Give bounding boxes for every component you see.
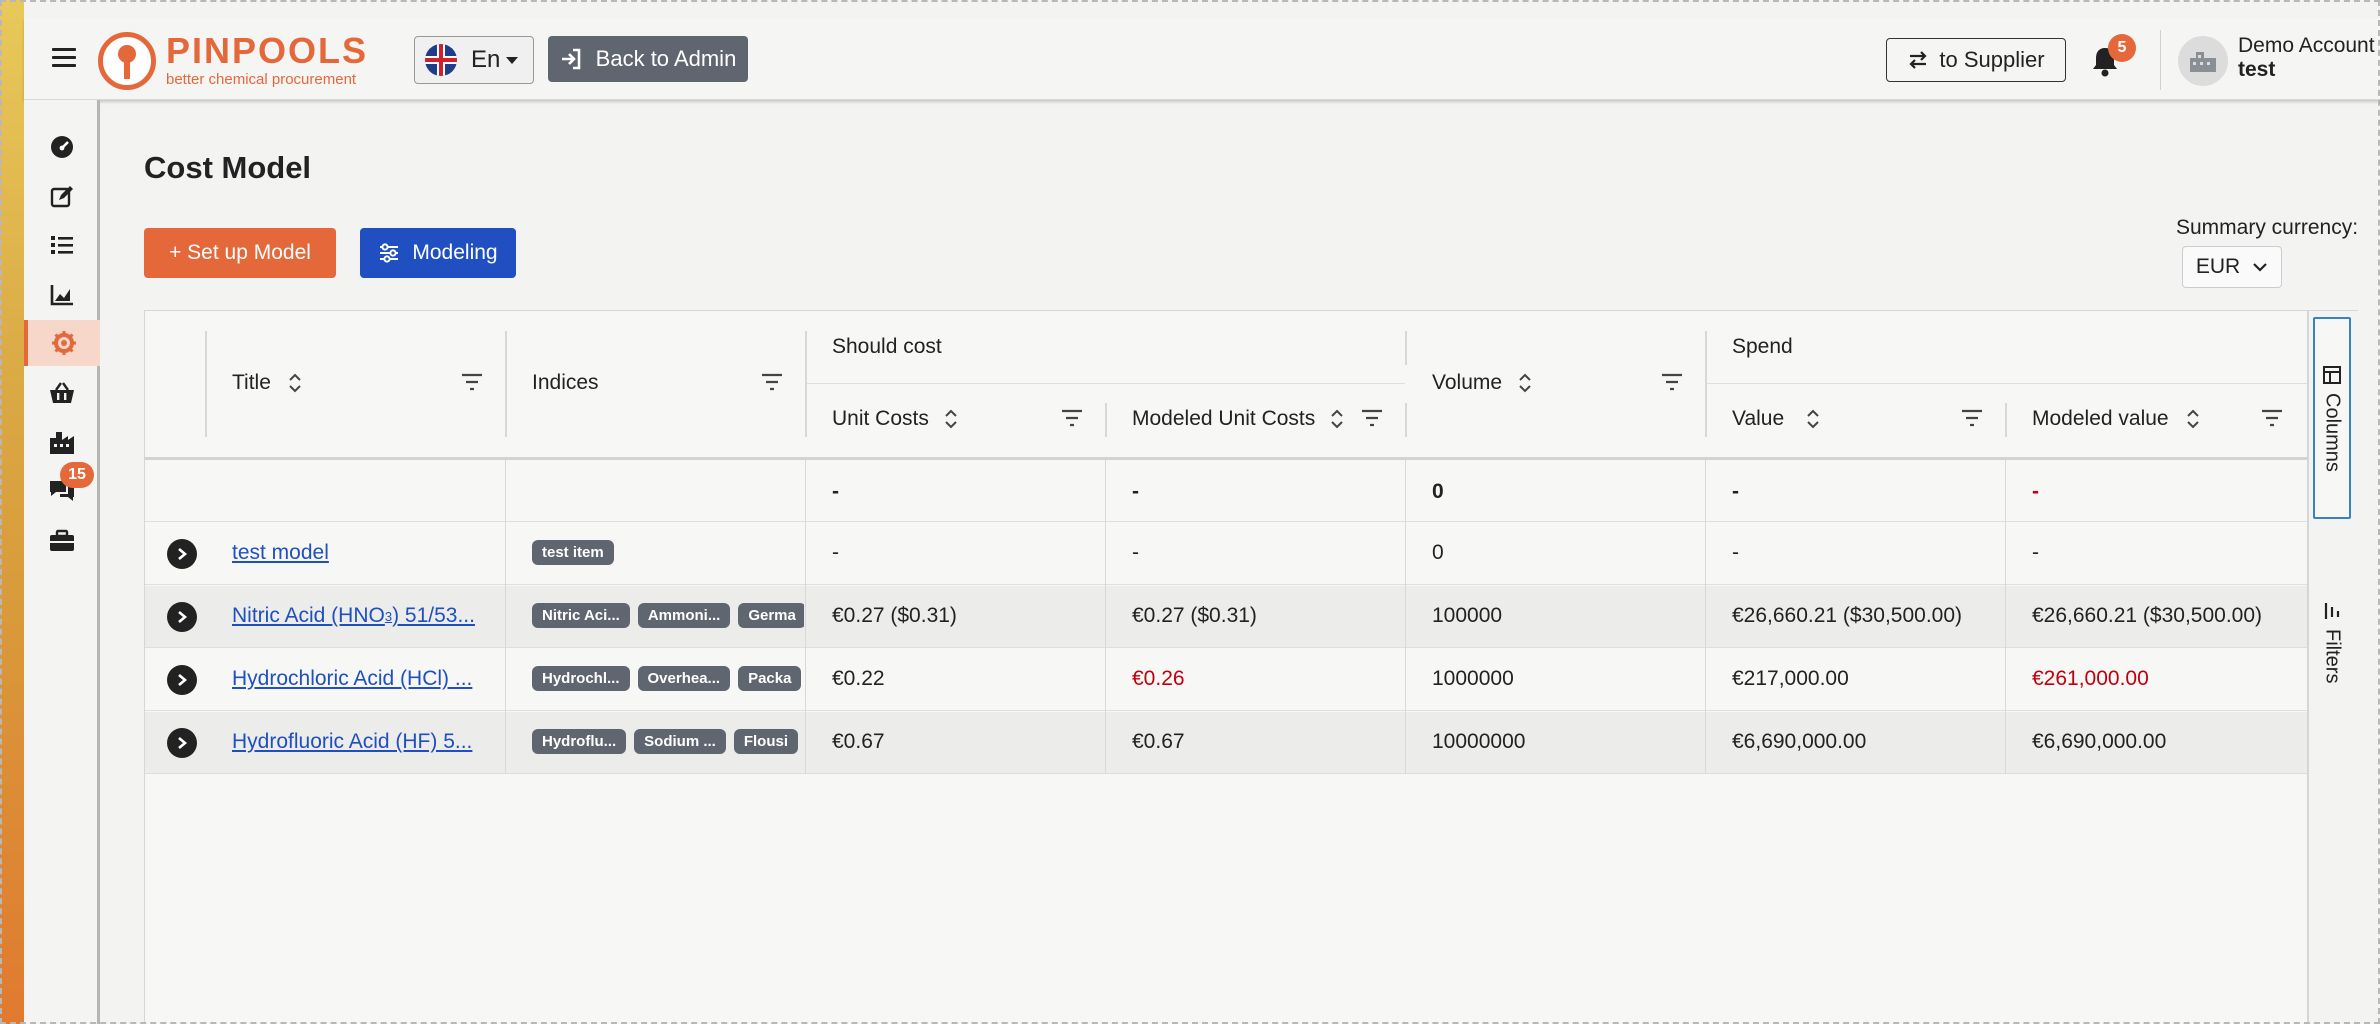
window-frame xyxy=(0,0,2380,1024)
